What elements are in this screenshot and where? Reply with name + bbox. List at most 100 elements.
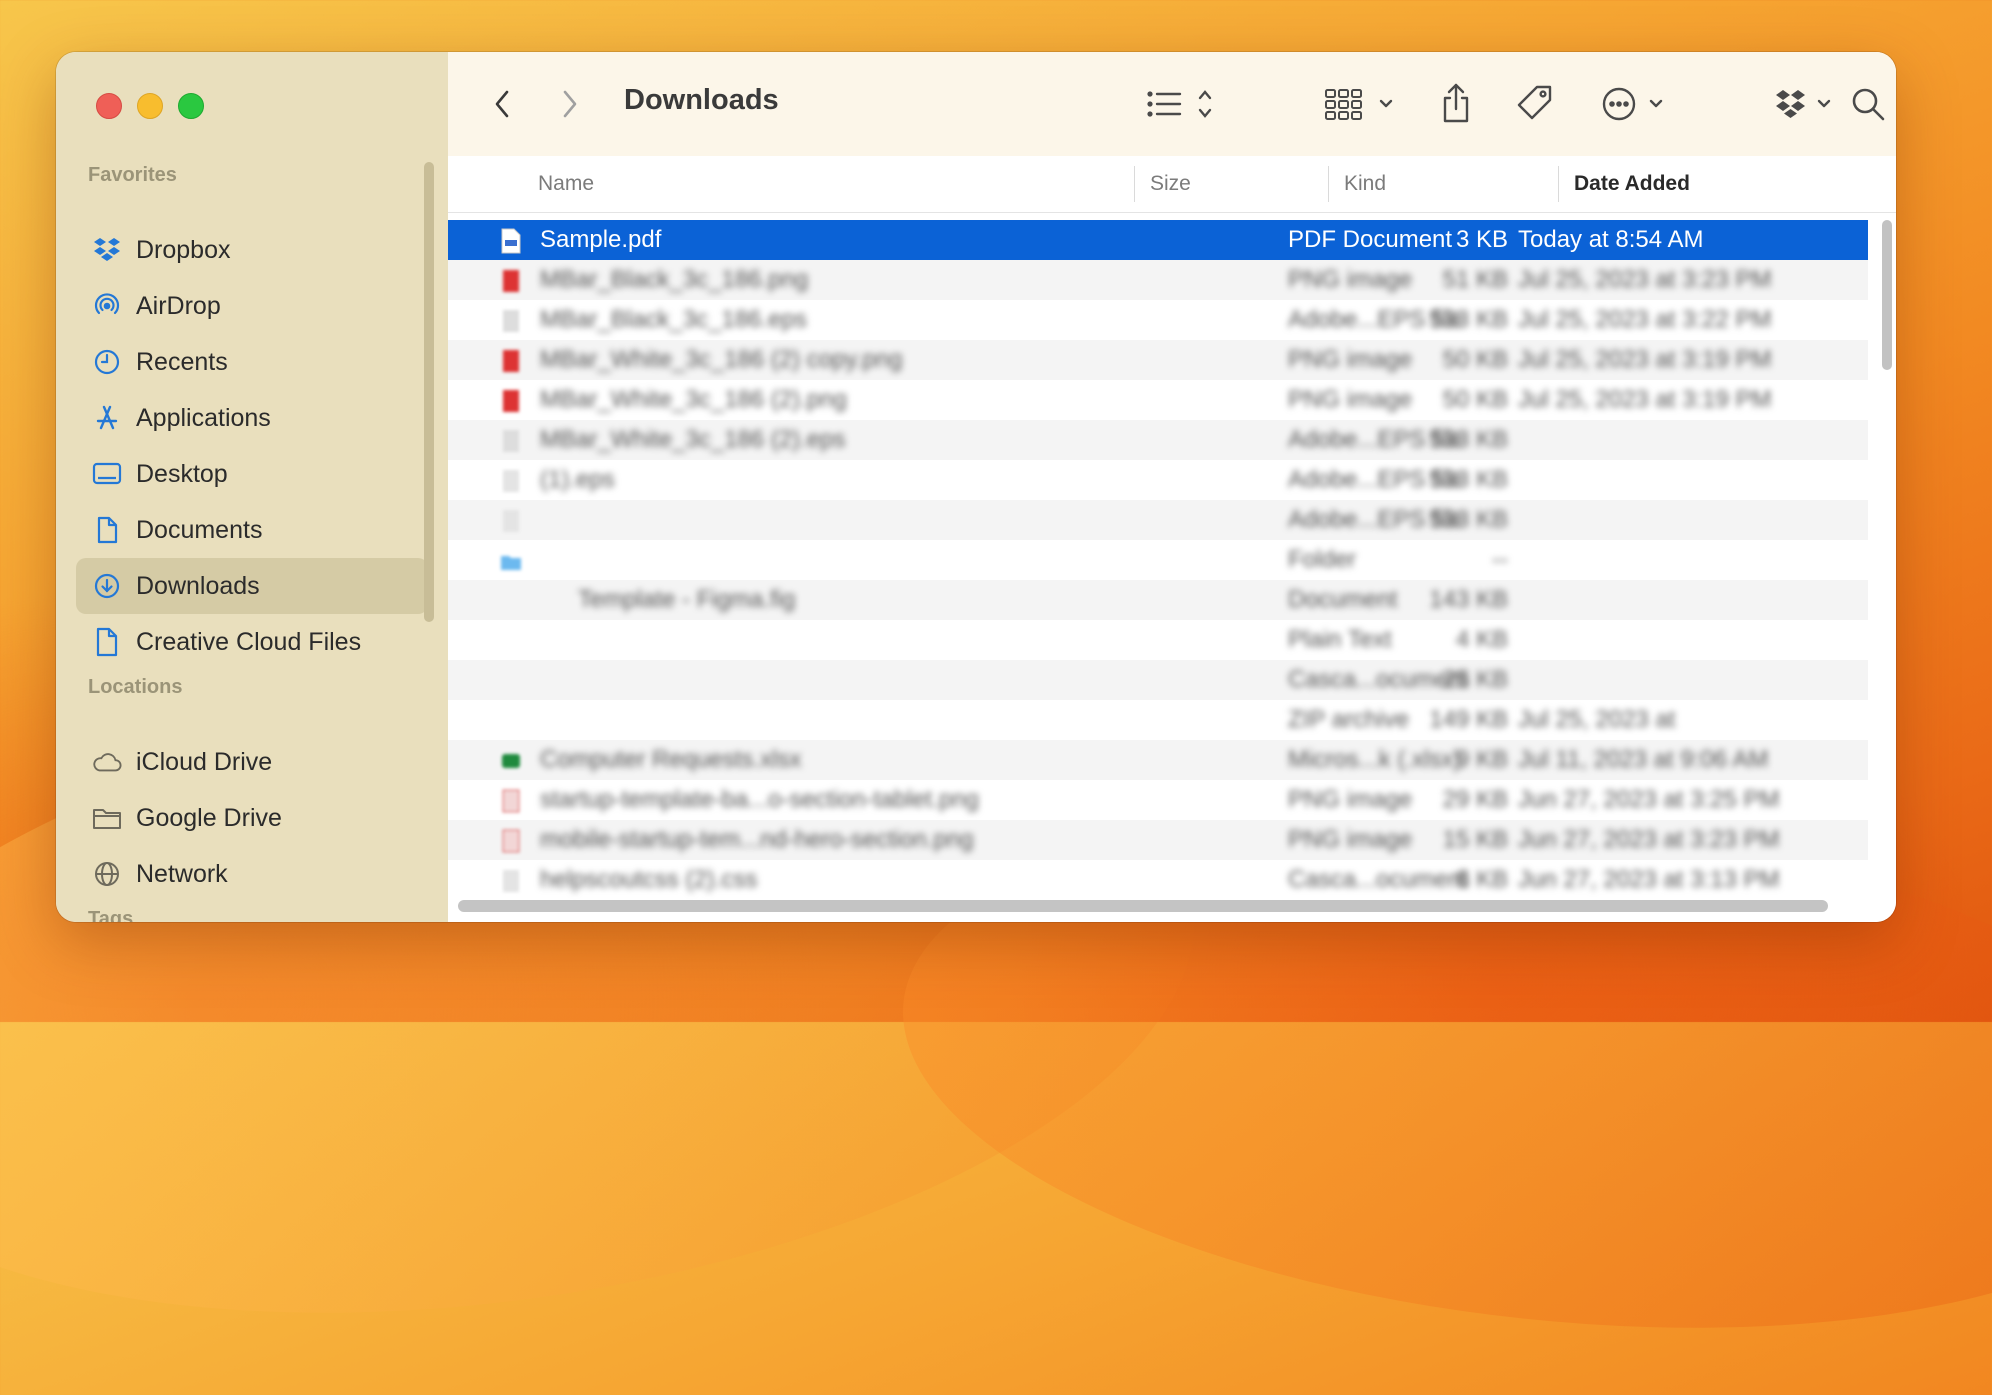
grid-view-icon [1325,89,1393,120]
globe-icon [92,859,122,889]
file-kind: Micros...k (.xlsx) [1288,746,1462,773]
file-kind: PNG image [1288,346,1413,373]
column-divider[interactable] [1134,166,1135,202]
back-button[interactable] [486,86,518,122]
chevron-left-icon [495,90,509,118]
table-row[interactable]: Template - Figma.fig 143 KB Document [448,580,1868,620]
table-row[interactable]: MBar_White_3c_186 (2) copy.png 50 KB PNG… [448,340,1868,380]
sidebar-item-label: Network [136,859,228,888]
table-row[interactable]: mobile-startup-tem...nd-hero-section.png… [448,820,1868,860]
download-icon [92,571,122,601]
zoom-button[interactable] [178,93,204,119]
window-controls [96,93,204,119]
file-date: Jul 25, 2023 at [1518,706,1676,733]
sidebar-item-desktop[interactable]: Desktop [76,446,428,502]
sidebar-item-label: Applications [136,403,271,432]
cloud-icon [92,747,122,777]
file-kind: PNG image [1288,786,1413,813]
file-kind: Adobe...EPS file [1288,306,1463,333]
file-date [1518,460,1838,500]
column-date-added[interactable]: Date Added [1574,156,1690,212]
minimize-button[interactable] [137,93,163,119]
sidebar-scrollbar[interactable] [424,162,434,622]
table-row[interactable]: startup-template-ba...o-section-tablet.p… [448,780,1868,820]
share-button[interactable] [1436,80,1476,126]
sidebar-item-label: Desktop [136,459,228,488]
horizontal-scrollbar[interactable] [458,900,1828,912]
spreadsheet-file-icon [502,754,520,768]
favorites-section-label: Favorites [88,164,177,186]
document-icon [92,515,122,545]
table-row[interactable]: 25 KB Casca...ocument [448,660,1868,700]
file-date: Jun 27, 2023 at 3:23 PM [1518,826,1780,853]
sidebar-item-dropbox[interactable]: Dropbox [76,222,428,278]
file-date: Jul 25, 2023 at 3:19 PM [1518,346,1772,373]
table-row[interactable]: -- Folder [448,540,1868,580]
column-kind[interactable]: Kind [1344,156,1386,212]
table-row[interactable]: MBar_Black_3c_186.png 51 KB PNG image Ju… [448,260,1868,300]
tag-icon [1517,85,1552,120]
table-row[interactable]: Sample.pdf 3 KB PDF Document Today at 8:… [448,220,1868,260]
sidebar-item-network[interactable]: Network [76,846,428,902]
sidebar-item-applications[interactable]: Applications [76,390,428,446]
column-name[interactable]: Name [538,156,594,212]
dropbox-menu-button[interactable] [1774,84,1840,124]
file-date: Jul 25, 2023 at 3:19 PM [1518,386,1772,413]
group-by-button[interactable] [1324,84,1400,124]
airdrop-icon [92,291,122,321]
sidebar-item-downloads[interactable]: Downloads [76,558,428,614]
sidebar-item-documents[interactable]: Documents [76,502,428,558]
table-row[interactable]: MBar_Black_3c_186.eps 533 KB Adobe...EPS… [448,300,1868,340]
file-kind: PDF Document [1288,226,1453,253]
folder-icon [501,556,521,570]
sidebar-item-label: Downloads [136,571,260,600]
sidebar-item-label: Dropbox [136,235,231,264]
search-icon [1852,88,1885,121]
file-date: Jul 11, 2023 at 9:06 AM [1518,746,1769,773]
sidebar-item-recents[interactable]: Recents [76,334,428,390]
view-options-button[interactable] [1146,84,1226,124]
table-row[interactable]: 4 KB Plain Text [448,620,1868,660]
table-row[interactable]: MBar_White_3c_186 (2).eps 533 KB Adobe..… [448,420,1868,460]
file-kind: Document [1288,586,1398,613]
file-kind: Adobe...EPS file [1288,466,1463,493]
chevron-right-icon [563,90,577,118]
sidebar-item-creative-cloud-files[interactable]: Creative Cloud Files [76,614,428,670]
sidebar-item-google-drive[interactable]: Google Drive [76,790,428,846]
file-kind: PNG image [1288,826,1413,853]
table-row[interactable]: Computer Requests.xlsx 9 KB Micros...k (… [448,740,1868,780]
table-row[interactable]: (1).eps 533 KB Adobe...EPS file [448,460,1868,500]
column-divider[interactable] [1328,166,1329,202]
sidebar: Favorites Dropbox AirDrop Recents Applic… [56,52,449,922]
main-pane: Downloads Name Size Kind Date Added Samp… [448,52,1896,922]
file-date [1518,500,1838,540]
table-row[interactable]: MBar_White_3c_186 (2).png 50 KB PNG imag… [448,380,1868,420]
sidebar-item-label: Google Drive [136,803,282,832]
sidebar-item-label: Creative Cloud Files [136,627,362,656]
sidebar-item-label: Documents [136,515,263,544]
table-row[interactable]: 533 KB Adobe...EPS file [448,500,1868,540]
tag-button[interactable] [1514,82,1556,124]
window-title: Downloads [624,84,779,116]
search-button[interactable] [1848,84,1888,124]
table-row[interactable]: helpscoutcss (2).css 6 KB Casca...ocumen… [448,860,1868,900]
column-divider[interactable] [1558,166,1559,202]
file-date: Jul 25, 2023 at 3:22 PM [1518,306,1772,333]
sidebar-item-airdrop[interactable]: AirDrop [76,278,428,334]
file-kind: Folder [1288,546,1357,573]
sidebar-item-icloud-drive[interactable]: iCloud Drive [76,734,428,790]
vertical-scrollbar[interactable] [1882,220,1892,370]
image-file-icon [502,829,520,853]
close-button[interactable] [96,93,122,119]
forward-button[interactable] [554,86,586,122]
file-kind: ZIP archive [1288,706,1409,733]
column-size[interactable]: Size [1150,156,1191,212]
desktop-icon [92,459,122,489]
action-menu-button[interactable] [1600,84,1676,124]
table-row[interactable]: 149 KB ZIP archive Jul 25, 2023 at [448,700,1868,740]
file-date: Jun 27, 2023 at 3:25 PM [1518,786,1780,813]
locations-section-label: Locations [88,676,183,698]
file-kind: Adobe...EPS file [1288,506,1463,533]
eps-file-icon [503,510,519,532]
sidebar-item-label: Recents [136,347,228,376]
